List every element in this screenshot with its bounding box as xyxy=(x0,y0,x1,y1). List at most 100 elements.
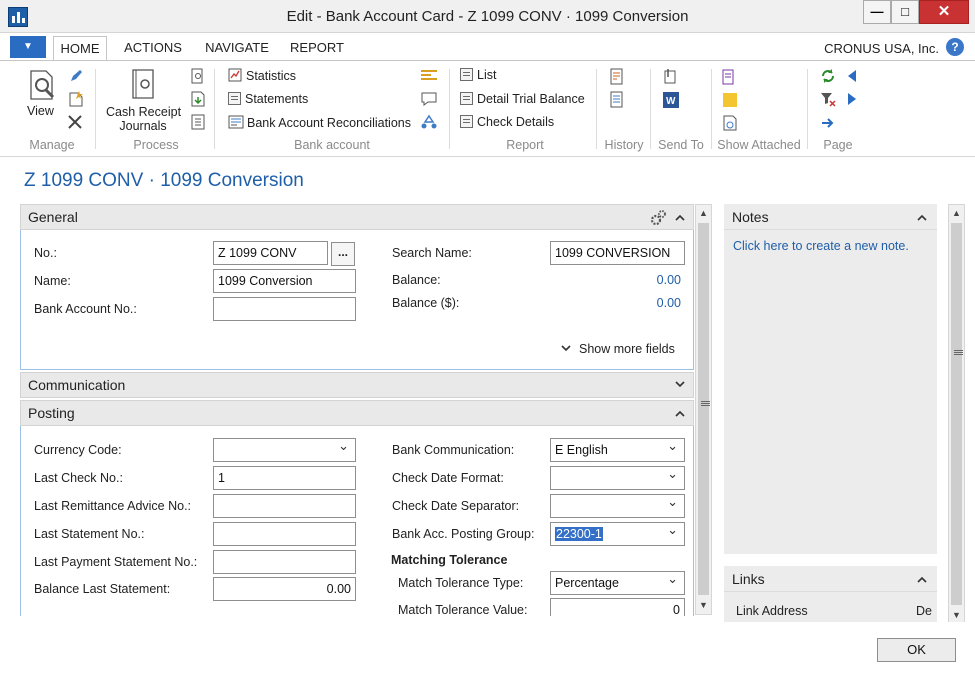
currency-code-select[interactable] xyxy=(213,438,356,462)
last-remittance-label: Last Remittance Advice No.: xyxy=(34,499,192,513)
ribbon-group-report: Report xyxy=(506,138,544,152)
notes-icon[interactable] xyxy=(721,91,739,109)
balance-icon[interactable] xyxy=(420,68,438,82)
clear-filter-icon[interactable] xyxy=(820,91,836,107)
svg-text:W: W xyxy=(666,96,676,107)
check-details-button[interactable]: Check Details xyxy=(460,115,554,129)
scrollbar-thumb[interactable] xyxy=(698,223,710,595)
tab-actions[interactable]: ACTIONS xyxy=(118,36,188,61)
entries-icon[interactable] xyxy=(609,91,627,109)
links-icon[interactable] xyxy=(721,114,739,132)
tab-report[interactable]: REPORT xyxy=(287,36,347,61)
minimize-button[interactable]: — xyxy=(863,0,891,24)
close-button[interactable]: ✕ xyxy=(919,0,969,24)
statements-button[interactable]: Statements xyxy=(228,92,308,106)
search-name-label: Search Name: xyxy=(392,246,472,260)
onenote-icon[interactable] xyxy=(721,68,739,86)
posting-group-select[interactable]: 22300-1 xyxy=(550,522,685,546)
show-more-fields-link[interactable]: Show more fields xyxy=(561,342,675,356)
factbox-scrollbar[interactable]: ▲ ▼ xyxy=(948,204,965,625)
statistics-button[interactable]: Statistics xyxy=(228,68,296,83)
chevron-up-icon[interactable] xyxy=(675,213,685,221)
chevron-down-icon[interactable] xyxy=(675,381,685,389)
ribbon-group-show-attached: Show Attached xyxy=(717,138,801,152)
word-icon[interactable]: W xyxy=(662,91,680,109)
chevron-up-icon[interactable] xyxy=(917,575,927,583)
view-button[interactable]: View xyxy=(27,104,54,118)
scroll-down-arrow[interactable]: ▼ xyxy=(949,608,964,623)
check-date-separator-label: Check Date Separator: xyxy=(392,499,520,513)
workflow-icon[interactable] xyxy=(420,114,438,130)
name-field[interactable]: 1099 Conversion xyxy=(213,269,356,293)
attach-icon[interactable] xyxy=(662,68,680,86)
fasttab-communication-header[interactable]: Communication xyxy=(20,372,694,398)
ledger-icon[interactable] xyxy=(190,114,206,130)
ribbon-separator xyxy=(596,69,597,149)
chevron-up-icon[interactable] xyxy=(917,213,927,221)
scroll-down-arrow[interactable]: ▼ xyxy=(696,598,711,613)
go-to-icon[interactable] xyxy=(820,115,836,131)
currency-code-label: Currency Code: xyxy=(34,443,122,457)
previous-record-icon[interactable] xyxy=(846,69,858,83)
check-date-format-select[interactable] xyxy=(550,466,685,490)
no-lookup-button[interactable]: ... xyxy=(331,242,355,266)
next-record-icon[interactable] xyxy=(846,92,858,106)
comments-icon[interactable] xyxy=(420,91,438,107)
scroll-up-arrow[interactable]: ▲ xyxy=(949,206,964,221)
match-tolerance-value-field[interactable]: 0 xyxy=(550,598,685,616)
no-field[interactable]: Z 1099 CONV xyxy=(213,241,328,265)
create-note-link[interactable]: Click here to create a new note. xyxy=(733,239,909,253)
chevron-up-icon[interactable] xyxy=(675,409,685,417)
posting-group-label: Bank Acc. Posting Group: xyxy=(392,527,535,541)
register-icon[interactable] xyxy=(190,68,206,84)
balance-last-statement-field[interactable]: 0.00 xyxy=(213,577,356,601)
detail-trial-balance-button[interactable]: Detail Trial Balance xyxy=(460,92,585,106)
check-date-separator-select[interactable] xyxy=(550,494,685,518)
scrollbar-thumb[interactable] xyxy=(951,223,963,605)
last-statement-field[interactable] xyxy=(213,522,356,546)
ribbon: View Manage Cash Receipt Journals Proces… xyxy=(0,60,975,157)
fasttab-posting-title: Posting xyxy=(28,405,75,421)
scroll-up-arrow[interactable]: ▲ xyxy=(696,206,711,221)
ribbon-separator xyxy=(449,69,450,149)
help-icon[interactable]: ? xyxy=(946,38,964,56)
maximize-button[interactable]: □ xyxy=(891,0,919,24)
last-payment-statement-field[interactable] xyxy=(213,550,356,574)
refresh-icon[interactable] xyxy=(820,68,836,84)
ok-button[interactable]: OK xyxy=(877,638,956,662)
search-name-field[interactable]: 1099 CONVERSION xyxy=(550,241,685,265)
balance-usd-value[interactable]: 0.00 xyxy=(581,296,681,310)
company-name: CRONUS USA, Inc. xyxy=(824,41,939,56)
history-icon[interactable] xyxy=(609,68,627,86)
match-tolerance-type-select[interactable]: Percentage xyxy=(550,571,685,595)
list-report-button[interactable]: List xyxy=(460,68,496,82)
last-remittance-field[interactable] xyxy=(213,494,356,518)
main-scrollbar[interactable]: ▲ ▼ xyxy=(695,204,712,615)
notes-factbox-header[interactable]: Notes xyxy=(724,204,937,230)
fasttab-general-header[interactable]: General xyxy=(20,204,694,230)
bank-account-no-field[interactable] xyxy=(213,297,356,321)
last-check-no-field[interactable]: 1 xyxy=(213,466,356,490)
links-factbox-body: Link Address De xyxy=(724,592,937,622)
bank-communication-select[interactable]: E English xyxy=(550,438,685,462)
gear-icon[interactable] xyxy=(649,209,667,227)
delete-icon[interactable] xyxy=(67,114,83,130)
edit-pencil-icon[interactable] xyxy=(68,68,84,84)
post-icon[interactable] xyxy=(190,91,206,107)
fasttab-posting-header[interactable]: Posting xyxy=(20,400,694,426)
notes-title: Notes xyxy=(732,209,769,225)
cash-receipt-journals-button[interactable]: Cash Receipt Journals xyxy=(106,105,181,133)
application-menu-button[interactable]: ▼ xyxy=(10,36,46,58)
last-payment-statement-label: Last Payment Statement No.: xyxy=(34,555,198,569)
bank-account-reconciliations-button[interactable]: Bank Account Reconciliations xyxy=(228,115,411,130)
list-report-icon xyxy=(460,68,473,81)
tab-home[interactable]: HOME xyxy=(53,36,107,61)
statistics-label: Statistics xyxy=(246,69,297,83)
new-document-icon[interactable] xyxy=(67,90,85,108)
ribbon-group-manage: Manage xyxy=(29,138,75,152)
scrollbar-grip xyxy=(954,350,963,351)
tab-navigate[interactable]: NAVIGATE xyxy=(199,36,275,61)
links-factbox-header[interactable]: Links xyxy=(724,566,937,592)
balance-label: Balance: xyxy=(392,273,441,287)
balance-value[interactable]: 0.00 xyxy=(581,273,681,287)
